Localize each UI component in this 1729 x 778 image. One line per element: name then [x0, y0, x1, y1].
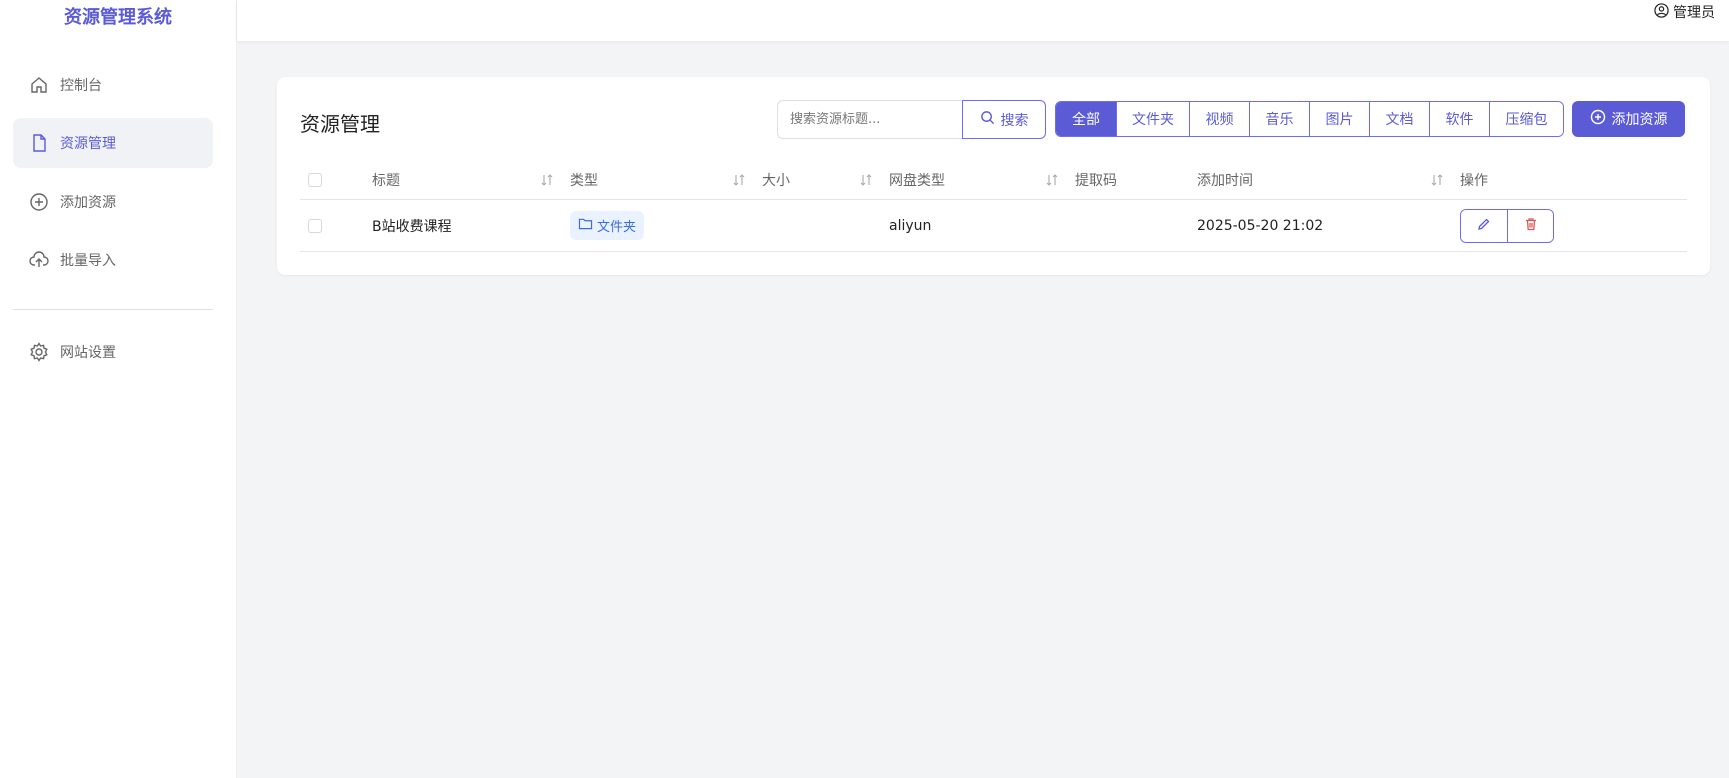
filter-folder[interactable]: 文件夹: [1116, 102, 1189, 136]
pencil-icon: [1477, 217, 1491, 235]
sort-icon[interactable]: [732, 160, 746, 199]
home-icon: [29, 75, 49, 95]
column-header-disk-type: 网盘类型: [889, 172, 945, 189]
filter-document[interactable]: 文档: [1369, 102, 1429, 136]
sidebar-item-dashboard[interactable]: 控制台: [13, 60, 213, 110]
sidebar-item-label: 批量导入: [60, 253, 116, 269]
filter-software[interactable]: 软件: [1429, 102, 1489, 136]
sidebar-divider: [13, 309, 213, 310]
row-checkbox[interactable]: [308, 200, 322, 251]
sidebar-item-label: 资源管理: [60, 136, 116, 152]
cloud-upload-icon: [29, 250, 49, 270]
sidebar-item-batch-import[interactable]: 批量导入: [13, 235, 213, 285]
sidebar: 资源管理系统 控制台 资源管理 添加资源 批量导入 网站设置: [0, 0, 237, 778]
app-title: 资源管理系统: [64, 7, 172, 28]
sidebar-item-resources[interactable]: 资源管理: [13, 118, 213, 168]
search-icon: [980, 110, 995, 129]
folder-icon: [578, 217, 593, 234]
row-action-group: [1460, 208, 1554, 243]
edit-button[interactable]: [1461, 209, 1507, 242]
column-header-actions: 操作: [1460, 172, 1488, 189]
filter-all[interactable]: 全部: [1056, 102, 1116, 136]
type-tag: 文件夹: [570, 211, 645, 240]
top-bar: 管理员: [237, 0, 1729, 41]
sort-icon[interactable]: [859, 160, 873, 199]
sort-icon[interactable]: [1430, 160, 1444, 199]
sidebar-item-add-resource[interactable]: 添加资源: [13, 177, 213, 227]
sort-icon[interactable]: [1045, 160, 1059, 199]
search-bar: 搜索: [777, 100, 1046, 139]
column-header-type: 类型: [570, 172, 598, 189]
table-row: B站收费课程 文件夹 aliyun 2025-05-20 21:02: [300, 200, 1687, 252]
file-icon: [29, 133, 49, 153]
column-header-code: 提取码: [1075, 172, 1117, 189]
filter-music[interactable]: 音乐: [1249, 102, 1309, 136]
gear-icon: [29, 342, 49, 362]
user-name: 管理员: [1673, 5, 1715, 21]
type-filter-group: 全部 文件夹 视频 音乐 图片 文档 软件 压缩包: [1055, 101, 1564, 137]
sidebar-item-label: 控制台: [60, 78, 102, 94]
column-header-added-time: 添加时间: [1197, 172, 1253, 189]
filter-archive[interactable]: 压缩包: [1489, 102, 1563, 136]
add-resource-label: 添加资源: [1611, 112, 1668, 128]
sidebar-item-label: 网站设置: [60, 345, 116, 361]
row-disk-type: aliyun: [889, 217, 932, 234]
filter-image[interactable]: 图片: [1309, 102, 1369, 136]
sidebar-item-label: 添加资源: [60, 195, 116, 211]
page-title: 资源管理: [300, 112, 380, 136]
row-type: 文件夹: [570, 200, 645, 251]
row-added-time: 2025-05-20 21:02: [1197, 217, 1324, 234]
search-input[interactable]: [777, 100, 962, 139]
plus-circle-icon: [1590, 109, 1606, 129]
add-resource-button[interactable]: 添加资源: [1572, 101, 1685, 137]
row-title: B站收费课程: [372, 218, 452, 235]
row-actions: [1460, 200, 1554, 251]
user-circle-icon: [1654, 2, 1673, 22]
plus-circle-icon: [29, 192, 49, 212]
sidebar-item-site-settings[interactable]: 网站设置: [13, 327, 213, 377]
user-menu[interactable]: 管理员: [1654, 2, 1715, 22]
trash-icon: [1524, 217, 1538, 235]
select-all-checkbox[interactable]: [308, 160, 322, 199]
delete-button[interactable]: [1507, 209, 1553, 242]
column-header-size: 大小: [762, 172, 790, 189]
filter-video[interactable]: 视频: [1189, 102, 1249, 136]
search-button-label: 搜索: [1000, 112, 1029, 129]
type-tag-label: 文件夹: [597, 220, 637, 235]
resource-table: 标题 类型 大小 网盘类型 提取码 添加时间 操作 B站收费课程 文件夹 ali…: [300, 160, 1687, 252]
table-header: 标题 类型 大小 网盘类型 提取码 添加时间 操作: [300, 160, 1687, 200]
search-button[interactable]: 搜索: [962, 100, 1046, 139]
resource-panel: 资源管理 搜索 全部 文件夹 视频 音乐 图片 文档 软件 压缩包 添加资源 标…: [277, 77, 1710, 275]
column-header-title: 标题: [372, 172, 400, 189]
sort-icon[interactable]: [540, 160, 554, 199]
